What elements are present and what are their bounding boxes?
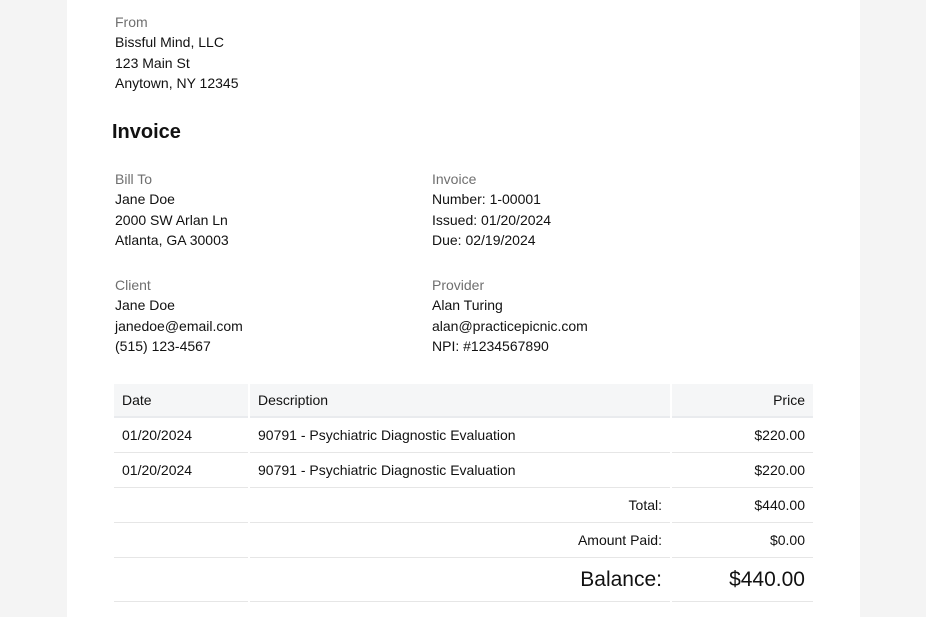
empty-cell [114, 488, 248, 523]
amount-paid-row: Amount Paid: $0.00 [114, 523, 813, 558]
invoice-info-label: Invoice [432, 171, 477, 187]
row-description: 90791 - Psychiatric Diagnostic Evaluatio… [250, 418, 670, 453]
provider-name: Alan Turing [432, 297, 503, 313]
provider-section: Provider Alan Turing alan@practicepicnic… [432, 275, 588, 357]
bill-to-label: Bill To [115, 171, 153, 187]
balance-row: Balance: $440.00 [114, 558, 813, 602]
table-header-row: Date Description Price [114, 384, 813, 418]
invoice-title: Invoice [112, 121, 181, 143]
header-price: Price [672, 384, 813, 418]
row-date: 01/20/2024 [114, 418, 248, 453]
invoice-issued: Issued: 01/20/2024 [432, 211, 552, 228]
from-street: 123 Main St [115, 54, 190, 71]
total-row: Total: $440.00 [114, 488, 813, 523]
provider-label: Provider [432, 277, 485, 293]
bill-to-city: Atlanta, GA 30003 [115, 232, 229, 248]
from-name: Bissful Mind, LLC [115, 34, 224, 50]
invoice-info-section: Invoice Number: 1-00001 Issued: 01/20/20… [432, 169, 551, 251]
amount-paid-value: $0.00 [672, 523, 813, 558]
invoice-due: Due: 02/19/2024 [432, 232, 536, 248]
total-value: $440.00 [672, 488, 813, 523]
table-row: 01/20/2024 90791 - Psychiatric Diagnosti… [114, 418, 813, 453]
bill-to-name: Jane Doe [115, 191, 175, 207]
client-email: janedoe@email.com [115, 317, 243, 334]
client-name: Jane Doe [115, 297, 175, 313]
from-label: From [115, 14, 148, 30]
row-date: 01/20/2024 [114, 453, 248, 488]
amount-paid-label: Amount Paid: [250, 523, 670, 558]
provider-npi: NPI: #1234567890 [432, 338, 549, 354]
row-price: $220.00 [672, 418, 813, 453]
client-phone: (515) 123-4567 [115, 338, 211, 354]
client-section: Client Jane Doe janedoe@email.com (515) … [115, 275, 243, 357]
invoice-number: Number: 1-00001 [432, 191, 541, 207]
header-date: Date [114, 384, 248, 418]
balance-label: Balance: [250, 558, 670, 602]
empty-cell [114, 558, 248, 602]
invoice-document: From Bissful Mind, LLC 123 Main St Anyto… [67, 0, 860, 617]
balance-value: $440.00 [672, 558, 813, 602]
row-price: $220.00 [672, 453, 813, 488]
bill-to-section: Bill To Jane Doe 2000 SW Arlan Ln Atlant… [115, 169, 229, 251]
header-description: Description [250, 384, 670, 418]
empty-cell [114, 523, 248, 558]
provider-email: alan@practicepicnic.com [432, 317, 588, 334]
from-city: Anytown, NY 12345 [115, 75, 239, 91]
row-description: 90791 - Psychiatric Diagnostic Evaluatio… [250, 453, 670, 488]
line-items-table: Date Description Price 01/20/2024 90791 … [114, 384, 813, 602]
table-row: 01/20/2024 90791 - Psychiatric Diagnosti… [114, 453, 813, 488]
from-section: From Bissful Mind, LLC 123 Main St Anyto… [115, 12, 239, 94]
client-label: Client [115, 277, 151, 293]
total-label: Total: [250, 488, 670, 523]
bill-to-street: 2000 SW Arlan Ln [115, 211, 228, 228]
